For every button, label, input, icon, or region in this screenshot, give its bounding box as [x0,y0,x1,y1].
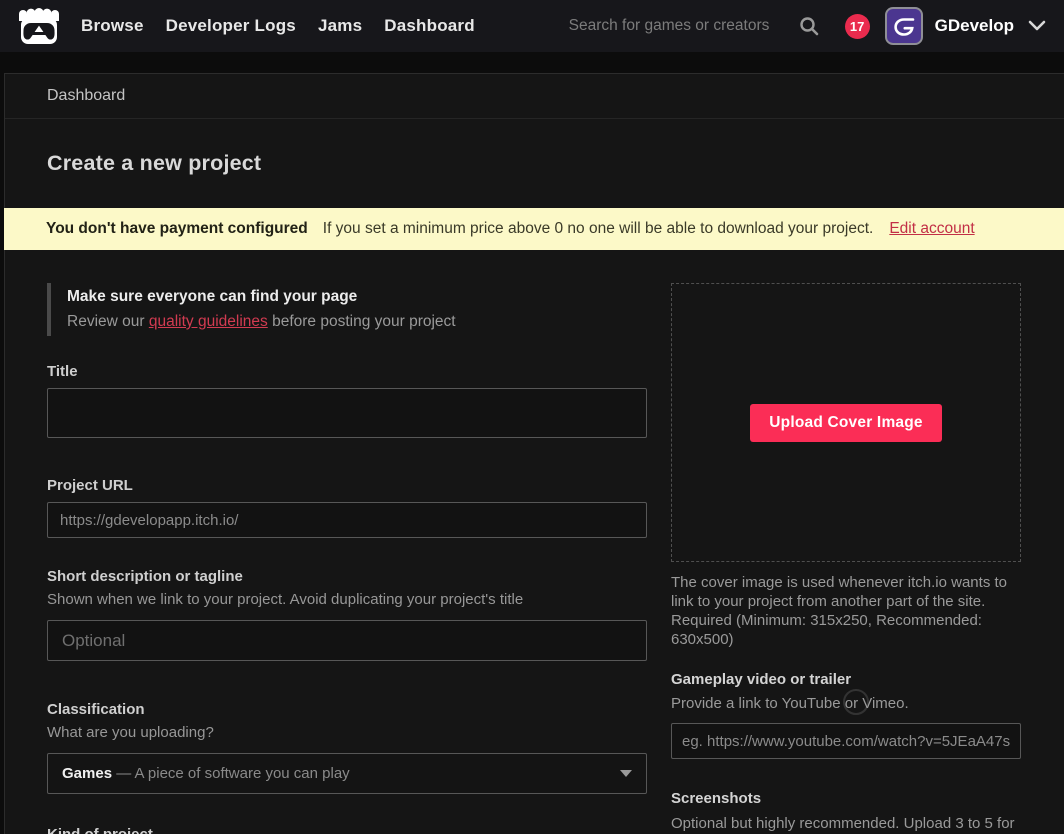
nav-link-dashboard[interactable]: Dashboard [373,16,486,36]
page-title: Create a new project [47,150,1022,176]
form-right-column: Upload Cover Image The cover image is us… [671,283,1021,834]
short-description-label: Short description or tagline [47,567,647,586]
classification-selected-value: Games [62,765,112,782]
upload-cover-image-button[interactable]: Upload Cover Image [750,404,941,442]
callout-subtitle: Review our quality guidelines before pos… [67,311,647,333]
screenshots-label: Screenshots [671,789,1021,808]
callout-text-before: Review our [67,313,149,330]
quality-guidelines-link[interactable]: quality guidelines [149,313,268,330]
gameplay-video-help: Provide a link to YouTube or Vimeo. [671,694,1021,713]
classification-selected-description: — A piece of software you can play [112,765,350,782]
user-avatar[interactable] [885,7,923,45]
top-navbar: Browse Developer Logs Jams Dashboard 17 … [0,0,1064,52]
navbar-right-group: 17 GDevelop [569,7,1050,45]
classification-label: Classification [47,700,647,719]
edit-account-link[interactable]: Edit account [889,220,974,238]
breadcrumb-dashboard[interactable]: Dashboard [47,87,125,105]
main-navigation: Browse Developer Logs Jams Dashboard [70,16,486,36]
gameplay-video-help-text: Provide a link to YouTube or Vimeo. [671,695,909,712]
breadcrumb-row: Dashboard [5,74,1064,119]
username-label[interactable]: GDevelop [935,16,1014,36]
cover-image-dropzone[interactable]: Upload Cover Image [671,283,1021,562]
page-container: Dashboard Create a new project You don't… [4,73,1064,834]
search-input[interactable] [569,17,797,35]
callout-text-after: before posting your project [268,313,456,330]
project-url-label: Project URL [47,476,647,495]
project-url-input[interactable] [47,502,647,538]
notification-badge[interactable]: 17 [845,14,870,39]
classification-select[interactable]: Games — A piece of software you can play [47,753,647,794]
kind-of-project-label: Kind of project [47,825,647,834]
search-icon[interactable] [799,16,819,36]
triangle-down-icon [620,770,632,777]
cover-image-note: The cover image is used whenever itch.io… [671,573,1021,649]
title-input[interactable] [47,388,647,438]
short-description-help: Shown when we link to your project. Avoi… [47,590,647,609]
classification-help: What are you uploading? [47,723,647,742]
warning-bold-text: You don't have payment configured [46,220,308,238]
nav-link-browse[interactable]: Browse [70,16,155,36]
nav-link-jams[interactable]: Jams [307,16,373,36]
payment-warning-bar: You don't have payment configured If you… [4,208,1064,250]
gameplay-video-label: Gameplay video or trailer [671,670,1021,689]
itchio-logo-icon[interactable] [16,5,62,47]
callout-title: Make sure everyone can find your page [67,286,647,308]
form-content: Make sure everyone can find your page Re… [5,250,1064,834]
short-description-input[interactable] [47,620,647,661]
warning-text: If you set a minimum price above 0 no on… [323,220,874,238]
chevron-down-icon[interactable] [1028,20,1046,32]
gdevelop-logo-icon [892,14,916,38]
form-left-column: Make sure everyone can find your page Re… [47,283,647,834]
gameplay-video-input[interactable] [671,723,1021,759]
title-field-label: Title [47,362,647,381]
title-block: Create a new project [5,119,1064,176]
loading-spinner-icon [843,689,869,715]
nav-link-developer-logs[interactable]: Developer Logs [155,16,307,36]
quality-guidelines-callout: Make sure everyone can find your page Re… [47,283,647,336]
screenshots-help: Optional but highly recommended. Upload … [671,814,1021,834]
itchio-logo-svg [17,6,61,46]
